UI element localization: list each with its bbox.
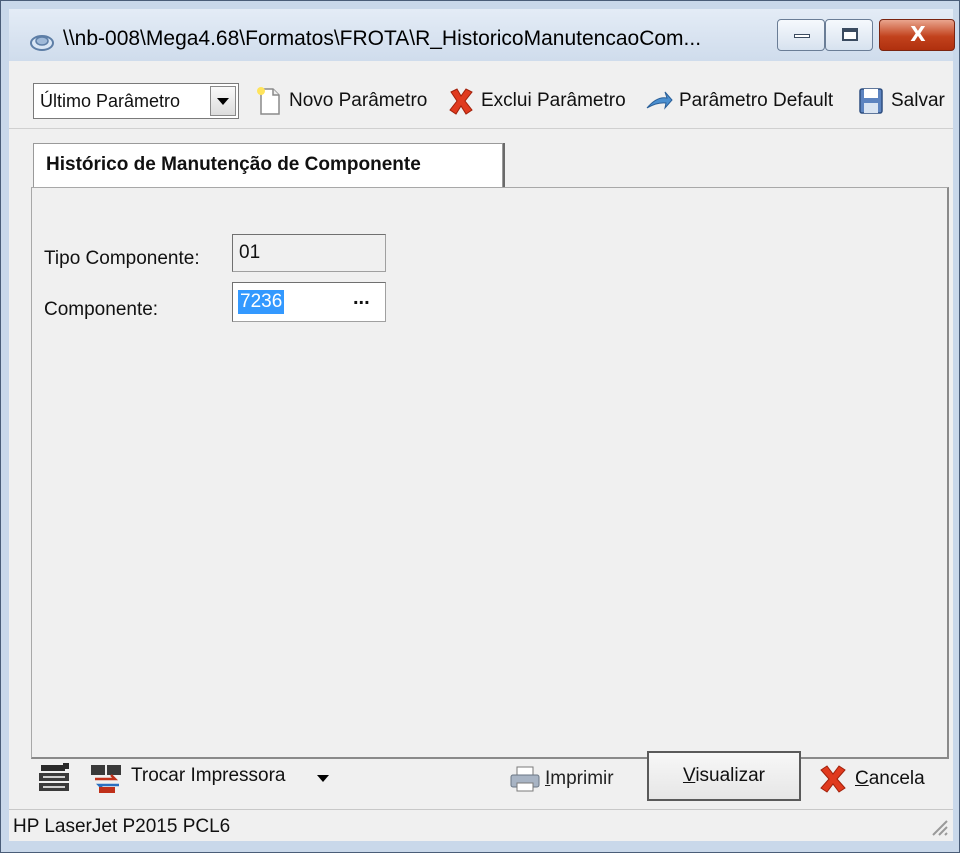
tipo-componente-value: 01 (239, 242, 261, 263)
printer-status: HP LaserJet P2015 PCL6 (13, 816, 231, 837)
printer-icon[interactable] (37, 761, 73, 795)
window-frame: \\nb-008\Mega4.68\Formatos\FROTA\R_Histo… (0, 0, 960, 853)
parameter-select[interactable]: Último Parâmetro (33, 83, 239, 119)
chevron-down-icon[interactable] (317, 775, 329, 782)
chevron-down-icon (217, 98, 229, 105)
componente-value: 7236 (238, 290, 285, 314)
cancela-button[interactable]: Cancela (817, 761, 925, 797)
cancela-label: Cancela (855, 768, 925, 790)
componente-field[interactable]: 7236 ... (232, 282, 386, 322)
client-area: Último Parâmetro Novo Parâmetro Exclui P… (9, 61, 953, 841)
default-parameter-button[interactable]: Parâmetro Default (645, 81, 833, 121)
title-bar[interactable]: \\nb-008\Mega4.68\Formatos\FROTA\R_Histo… (9, 9, 955, 61)
visualizar-accelerator: V (682, 765, 696, 786)
default-parameter-label: Parâmetro Default (679, 90, 834, 111)
floppy-disk-icon (859, 88, 883, 114)
tab-historico-manutencao[interactable]: Histórico de Manutenção de Componente (33, 143, 503, 187)
resize-grip-icon[interactable] (927, 815, 949, 837)
close-icon: X (910, 22, 926, 46)
new-document-icon (257, 87, 280, 115)
componente-label: Componente: (44, 299, 159, 320)
cancela-label-rest: ancela (868, 768, 925, 789)
new-parameter-button[interactable]: Novo Parâmetro (255, 81, 427, 121)
arrow-icon (646, 91, 673, 110)
delete-parameter-label: Exclui Parâmetro (481, 90, 626, 111)
minimize-icon (794, 34, 810, 38)
status-bar: HP LaserJet P2015 PCL6 (9, 809, 953, 841)
visualizar-label-rest: isualizar (695, 765, 766, 786)
window-title: \\nb-008\Mega4.68\Formatos\FROTA\R_Histo… (63, 27, 702, 50)
visualizar-button[interactable]: Visualizar (647, 751, 801, 801)
maximize-icon (842, 28, 858, 41)
save-label: Salvar (891, 90, 945, 111)
tipo-componente-label: Tipo Componente: (44, 248, 200, 269)
save-button[interactable]: Salvar (857, 81, 945, 121)
app-icon (30, 35, 54, 51)
tab-label: Histórico de Manutenção de Componente (46, 154, 421, 175)
imprimir-button[interactable]: Imprimir (509, 761, 614, 797)
swap-printer-icon[interactable] (89, 761, 125, 795)
parameter-select-value: Último Parâmetro (40, 91, 181, 111)
imprimir-label: Imprimir (545, 768, 614, 790)
delete-parameter-button[interactable]: Exclui Parâmetro (447, 81, 626, 121)
trocar-impressora-button[interactable]: Trocar Impressora (131, 765, 286, 787)
printer-icon (510, 766, 540, 792)
close-button[interactable]: X (879, 19, 955, 51)
new-parameter-label: Novo Parâmetro (289, 90, 428, 111)
toolbar: Último Parâmetro Novo Parâmetro Exclui P… (9, 61, 953, 129)
tab-panel: Tipo Componente: 01 Componente: 7236 ... (31, 187, 949, 759)
maximize-button[interactable] (825, 19, 873, 51)
cancela-accelerator: C (855, 768, 869, 789)
minimize-button[interactable] (777, 19, 825, 51)
red-x-icon (449, 88, 473, 115)
red-x-icon (820, 765, 846, 793)
imprimir-label-rest: mprimir (550, 768, 614, 789)
lookup-ellipsis-button[interactable]: ... (353, 287, 370, 310)
tipo-componente-field[interactable]: 01 (232, 234, 386, 272)
dropdown-button[interactable] (210, 86, 236, 116)
